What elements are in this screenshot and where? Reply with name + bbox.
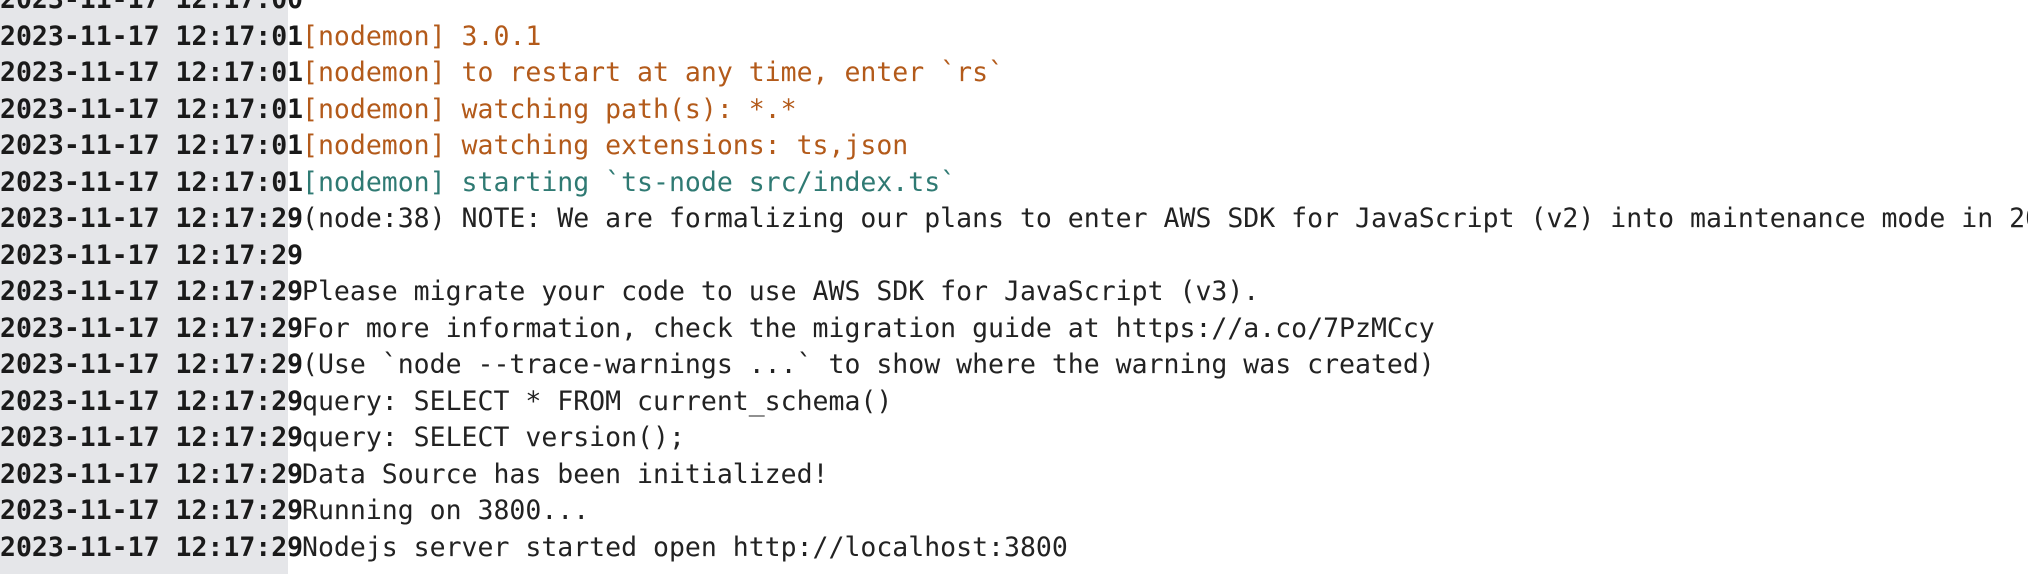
log-message: [nodemon] watching path(s): *.* bbox=[302, 93, 797, 125]
log-message: [nodemon] 3.0.1 bbox=[302, 20, 542, 52]
log-timestamp: 2023-11-17 12:17:01 bbox=[0, 20, 304, 52]
log-message: Running on 3800... bbox=[302, 495, 590, 526]
log-timestamp: 2023-11-17 12:17:01 bbox=[0, 130, 304, 161]
log-line: 2023-11-17 12:17:29 query: SELECT * FROM… bbox=[0, 384, 892, 421]
log-timestamp: 2023-11-17 12:17:01 bbox=[0, 93, 304, 125]
log-line: 2023-11-17 12:17:29 Please migrate your … bbox=[0, 274, 1259, 311]
log-timestamp: 2023-11-17 12:17:29 bbox=[0, 422, 304, 453]
log-timestamp: 2023-11-17 12:17:29 bbox=[0, 495, 304, 526]
log-message: [nodemon] watching extensions: ts,json bbox=[302, 130, 909, 161]
log-timestamp: 2023-11-17 12:17:29 bbox=[0, 312, 304, 344]
log-message: Data Source has been initialized! bbox=[302, 458, 829, 490]
log-line: 2023-11-17 12:17:29 Data Source has been… bbox=[0, 457, 829, 494]
log-timestamp: 2023-11-17 12:17:29 bbox=[0, 458, 304, 490]
log-timestamp: 2023-11-17 12:17:29 bbox=[0, 349, 304, 380]
log-timestamp: 2023-11-17 12:17:29 bbox=[0, 203, 304, 234]
log-lines: 2023-11-17 12:17:00 2023-11-17 12:17:01 … bbox=[0, 0, 2028, 567]
log-message: (node:38) NOTE: We are formalizing our p… bbox=[302, 203, 2028, 234]
log-timestamp: 2023-11-17 12:17:29 bbox=[0, 239, 304, 271]
log-line: 2023-11-17 12:17:01 [nodemon] watching p… bbox=[0, 92, 797, 129]
log-line: 2023-11-17 12:17:01 [nodemon] starting `… bbox=[0, 165, 956, 202]
log-message: query: SELECT version(); bbox=[302, 422, 685, 453]
log-timestamp: 2023-11-17 12:17:29 bbox=[0, 385, 304, 417]
log-viewer[interactable]: 2023-11-17 12:17:00 2023-11-17 12:17:01 … bbox=[0, 0, 2028, 574]
log-timestamp: 2023-11-17 12:17:00 bbox=[0, 0, 303, 19]
log-line: 2023-11-17 12:17:29 Nodejs server starte… bbox=[0, 530, 1068, 567]
log-timestamp: 2023-11-17 12:17:01 bbox=[0, 166, 304, 198]
log-timestamp: 2023-11-17 12:17:29 bbox=[0, 531, 304, 563]
log-line: 2023-11-17 12:17:29 (node:38) NOTE: We a… bbox=[0, 201, 2028, 238]
log-line: 2023-11-17 12:17:00 bbox=[0, 0, 303, 19]
log-line: 2023-11-17 12:17:29 Running on 3800... bbox=[0, 493, 589, 530]
log-line: 2023-11-17 12:17:01 [nodemon] to restart… bbox=[0, 55, 1004, 92]
log-message: [nodemon] starting `ts-node src/index.ts… bbox=[302, 166, 957, 198]
log-message: Please migrate your code to use AWS SDK … bbox=[302, 276, 1260, 307]
log-message: (Use `node --trace-warnings ...` to show… bbox=[302, 349, 1435, 380]
log-line: 2023-11-17 12:17:01 [nodemon] 3.0.1 bbox=[0, 19, 541, 56]
log-line: 2023-11-17 12:17:29 bbox=[0, 238, 303, 275]
log-line: 2023-11-17 12:17:29 query: SELECT versio… bbox=[0, 420, 685, 457]
log-timestamp: 2023-11-17 12:17:01 bbox=[0, 57, 304, 88]
log-message: For more information, check the migratio… bbox=[302, 312, 1435, 344]
log-line: 2023-11-17 12:17:01 [nodemon] watching e… bbox=[0, 128, 908, 165]
log-line: 2023-11-17 12:17:29 (Use `node --trace-w… bbox=[0, 347, 1435, 384]
log-message: [nodemon] to restart at any time, enter … bbox=[302, 57, 1004, 88]
log-timestamp: 2023-11-17 12:17:29 bbox=[0, 276, 304, 307]
log-line: 2023-11-17 12:17:29 For more information… bbox=[0, 311, 1435, 348]
log-message: query: SELECT * FROM current_schema() bbox=[302, 385, 893, 417]
log-message: Nodejs server started open http://localh… bbox=[302, 531, 1068, 563]
